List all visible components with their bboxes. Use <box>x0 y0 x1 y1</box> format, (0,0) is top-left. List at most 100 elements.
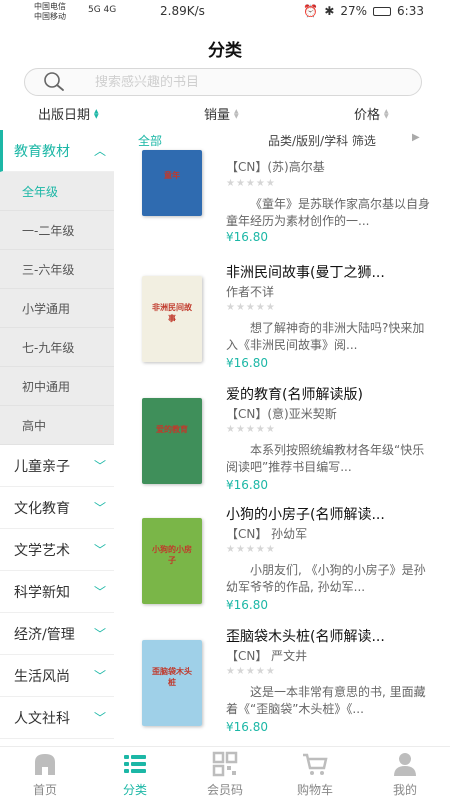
sidebar-item-category[interactable]: 文化教育 ﹀ <box>0 487 114 529</box>
book-author: 【CN】(意)亚米契斯 <box>226 407 337 421</box>
sidebar-item-category[interactable]: 生活风尚 ﹀ <box>0 655 114 697</box>
book-item[interactable]: 小狗的小房子 小狗的小房子(名师解读... 【CN】 孙幼军 ★★★★★ 小朋友… <box>114 504 450 624</box>
cover-title: 歪脑袋木头桩 <box>152 667 192 687</box>
nav-label: 我的 <box>392 783 417 797</box>
book-list-panel: 全部 品类/版别/学科 筛选 ▶ 童年 【CN】(苏)高尔基 ★★★★★ 《童年… <box>114 130 450 746</box>
filter-button[interactable]: 品类/版别/学科 筛选 <box>268 132 376 149</box>
sidebar-item-education[interactable]: 教育教材 ︿ <box>0 130 114 172</box>
carrier-1: 中国电信 <box>34 2 66 11</box>
subcategory-item[interactable]: 初中通用 <box>0 367 114 406</box>
cover-title: 小狗的小房子 <box>152 545 192 565</box>
sidebar-item-label: 经济/管理 <box>14 626 75 643</box>
search-input[interactable] <box>95 74 395 90</box>
sort-arrows-icon: ▲ ▼ <box>384 107 389 120</box>
rating-stars: ★★★★★ <box>226 666 276 677</box>
nav-home[interactable]: 首页 <box>0 747 90 800</box>
bluetooth-icon: ✱ <box>324 4 335 18</box>
list-icon <box>124 755 146 773</box>
filter-all-tab[interactable]: 全部 <box>138 132 162 149</box>
book-author: 【CN】(苏)高尔基 <box>226 160 325 174</box>
book-description: 小朋友们, 《小狗的小房子》是孙幼军爷爷的作品, 孙幼军... <box>226 563 426 594</box>
cover-title: 爱的教育 <box>156 425 188 434</box>
rating-stars: ★★★★★ <box>226 178 276 189</box>
book-author: 作者不详 <box>226 285 275 299</box>
qr-code-icon <box>212 751 238 777</box>
book-cover: 小狗的小房子 <box>142 518 202 604</box>
chevron-down-icon: ﹀ <box>93 585 106 599</box>
book-title: 爱的教育(名师解读版) <box>226 387 363 403</box>
subcategory-item[interactable]: 三-六年级 <box>0 250 114 289</box>
status-bar: 中国电信 中国移动 5G 4G 2.89K/s ⏰ ✱ 27% 6:33 <box>0 0 450 24</box>
sidebar-item-label: 文化教育 <box>14 500 70 517</box>
cart-icon <box>303 753 328 775</box>
book-item[interactable]: 童年 【CN】(苏)高尔基 ★★★★★ 《童年》是苏联作家高尔基以自身童年经历为… <box>114 150 450 270</box>
sidebar-item-label: 人文社科 <box>14 710 70 727</box>
sort-arrows-icon: ▲ ▼ <box>234 107 239 120</box>
cover-title: 非洲民间故事 <box>152 303 192 323</box>
book-title: 歪脑袋木头桩(名师解读... <box>226 629 385 645</box>
search-bar[interactable] <box>24 68 422 96</box>
book-price: ¥16.80 <box>226 598 268 612</box>
book-author: 【CN】 孙幼军 <box>226 527 308 541</box>
cover-background <box>142 398 202 484</box>
sidebar-item-label: 文学艺术 <box>14 542 70 559</box>
battery-percent: 27% <box>340 4 368 18</box>
clock: 6:33 <box>397 4 424 18</box>
book-item[interactable]: 歪脑袋木头桩 歪脑袋木头桩(名师解读... 【CN】 严文井 ★★★★★ 这是一… <box>114 626 450 746</box>
sort-publish-date[interactable]: 出版日期 ▲ ▼ <box>38 104 99 123</box>
sidebar-item-label: 生活风尚 <box>14 668 70 685</box>
chevron-down-icon: ﹀ <box>93 501 106 515</box>
book-description: 这是一本非常有意思的书, 里面藏着《“歪脑袋”木头桩》《... <box>226 685 426 716</box>
subcategory-item[interactable]: 全年级 <box>0 172 114 211</box>
sidebar-item-category[interactable]: 文学艺术 ﹀ <box>0 529 114 571</box>
sort-arrows-icon: ▲ ▼ <box>94 107 99 120</box>
nav-label: 首页 <box>32 783 57 797</box>
book-item[interactable]: 非洲民间故事 非洲民间故事(曼丁之狮... 作者不详 ★★★★★ 想了解神奇的非… <box>114 262 450 382</box>
book-item[interactable]: 爱的教育 爱的教育(名师解读版) 【CN】(意)亚米契斯 ★★★★★ 本系列按照… <box>114 384 450 504</box>
rating-stars: ★★★★★ <box>226 302 276 313</box>
nav-profile[interactable]: 我的 <box>360 747 450 800</box>
book-description: 本系列按照统编教材各年级“快乐阅读吧”推荐书目编写... <box>226 443 425 474</box>
network-speed: 2.89K/s <box>160 4 205 18</box>
book-cover: 歪脑袋木头桩 <box>142 640 202 726</box>
sort-label: 价格 <box>354 108 381 123</box>
sort-sales[interactable]: 销量 ▲ ▼ <box>204 104 239 123</box>
subcategory-item[interactable]: 七-九年级 <box>0 328 114 367</box>
chevron-down-icon: ﹀ <box>93 669 106 683</box>
nav-label: 会员码 <box>206 783 243 797</box>
nav-label: 分类 <box>122 783 147 797</box>
nav-label: 购物车 <box>296 783 333 797</box>
sidebar-item-category[interactable]: 人文社科 ﹀ <box>0 697 114 739</box>
book-price: ¥16.80 <box>226 478 268 492</box>
sidebar-item-label: 科学新知 <box>14 584 70 601</box>
nav-category[interactable]: 分类 <box>90 747 180 800</box>
book-author: 【CN】 严文井 <box>226 649 308 663</box>
book-price: ¥16.80 <box>226 230 268 244</box>
carrier-2: 中国移动 <box>34 12 66 21</box>
subcategory-item[interactable]: 高中 <box>0 406 114 445</box>
book-price: ¥16.80 <box>226 720 268 734</box>
home-icon <box>35 754 55 775</box>
rating-stars: ★★★★★ <box>226 544 276 555</box>
subcategory-item[interactable]: 小学通用 <box>0 289 114 328</box>
profile-icon <box>394 753 416 776</box>
play-arrow-icon: ▶ <box>412 132 420 143</box>
chevron-down-icon: ﹀ <box>93 627 106 641</box>
cover-title: 童年 <box>164 171 180 180</box>
battery-icon <box>373 6 392 16</box>
book-title: 小狗的小房子(名师解读... <box>226 507 385 523</box>
sidebar-item-category[interactable]: 科学新知 ﹀ <box>0 571 114 613</box>
chevron-down-icon: ﹀ <box>93 711 106 725</box>
sort-bar: 出版日期 ▲ ▼ 销量 ▲ ▼ 价格 ▲ ▼ <box>0 104 450 124</box>
book-title: 非洲民间故事(曼丁之狮... <box>226 265 385 281</box>
sort-price[interactable]: 价格 ▲ ▼ <box>354 104 389 123</box>
nav-cart[interactable]: 购物车 <box>270 747 360 800</box>
chevron-down-icon: ﹀ <box>93 543 106 557</box>
filter-bar: 全部 品类/版别/学科 筛选 ▶ <box>114 130 450 152</box>
sidebar-item-category[interactable]: 儿童亲子 ﹀ <box>0 445 114 487</box>
nav-member-code[interactable]: 会员码 <box>180 747 270 800</box>
book-cover: 童年 <box>142 150 202 216</box>
search-icon <box>43 71 65 93</box>
sidebar-item-category[interactable]: 经济/管理 ﹀ <box>0 613 114 655</box>
subcategory-item[interactable]: 一-二年级 <box>0 211 114 250</box>
